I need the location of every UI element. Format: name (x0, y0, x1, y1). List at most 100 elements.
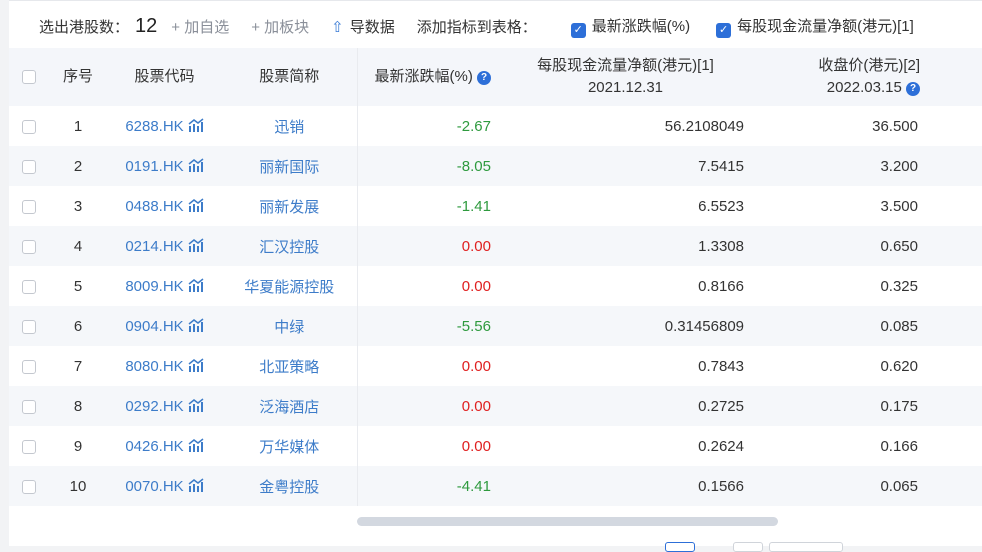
table-row[interactable]: 6 0904.HK 中绿 -5.56 0.31456809 0.085 (9, 306, 982, 346)
stock-name-link[interactable]: 迅销 (222, 106, 358, 146)
stock-code[interactable]: 0070.HK (125, 478, 183, 495)
stock-code-link[interactable]: 0426.HK (107, 426, 222, 466)
stock-name-link[interactable]: 丽新发展 (222, 186, 358, 226)
header-cashflow-date: 2021.12.31 (587, 79, 664, 96)
stock-code-link[interactable]: 0488.HK (107, 186, 222, 226)
help-icon[interactable]: ? (477, 71, 491, 85)
chart-icon[interactable] (188, 157, 204, 172)
stock-name[interactable]: 迅销 (274, 119, 304, 136)
stock-code-link[interactable]: 6288.HK (107, 106, 222, 146)
row-checkbox[interactable] (9, 386, 49, 426)
cashflow-value: 0.7843 (698, 357, 744, 375)
stock-name[interactable]: 金粤控股 (259, 479, 319, 496)
header-code[interactable]: 股票代码 (107, 48, 222, 106)
stock-name-link[interactable]: 华夏能源控股 (222, 266, 358, 306)
pagination-current-page[interactable] (665, 542, 695, 552)
add-block-button[interactable]: + 加板块 (251, 16, 309, 37)
row-checkbox[interactable] (9, 306, 49, 346)
stock-name[interactable]: 华夏能源控股 (244, 279, 334, 296)
export-button[interactable]: ⇧ 导数据 (331, 16, 395, 37)
pagination-button[interactable] (733, 542, 763, 552)
table-row[interactable]: 9 0426.HK 万华媒体 0.00 0.2624 0.166 (9, 426, 982, 466)
header-change[interactable]: 最新涨跌幅(%) ? (357, 48, 507, 106)
chart-icon[interactable] (188, 197, 204, 212)
stock-code[interactable]: 6288.HK (125, 118, 183, 135)
stock-name[interactable]: 泛海酒店 (259, 399, 319, 416)
table-row[interactable]: 10 0070.HK 金粤控股 -4.41 0.1566 0.065 (9, 466, 982, 506)
stock-name-link[interactable]: 万华媒体 (222, 426, 358, 466)
chart-icon[interactable] (188, 477, 204, 492)
table-row[interactable]: 4 0214.HK 汇汉控股 0.00 1.3308 0.650 (9, 226, 982, 266)
row-checkbox[interactable] (9, 146, 49, 186)
chart-icon[interactable] (188, 317, 204, 332)
header-name[interactable]: 股票简称 (222, 48, 358, 106)
chart-icon[interactable] (188, 397, 204, 412)
table-row[interactable]: 8 0292.HK 泛海酒店 0.00 0.2725 0.175 (9, 386, 982, 426)
row-index: 7 (73, 357, 83, 375)
header-close[interactable]: 收盘价(港元)[2] 2022.03.15 ? (760, 48, 920, 106)
indicator-option-cashflow[interactable]: ✓ 每股现金流量净额(港元)[1] (716, 15, 914, 38)
more-value (920, 106, 982, 146)
chart-icon[interactable] (188, 117, 204, 132)
row-checkbox[interactable] (9, 106, 49, 146)
chart-icon[interactable] (188, 437, 204, 452)
stock-code[interactable]: 0214.HK (125, 238, 183, 255)
stock-code[interactable]: 0426.HK (125, 438, 183, 455)
stock-name-link[interactable]: 丽新国际 (222, 146, 358, 186)
stock-name[interactable]: 丽新发展 (259, 199, 319, 216)
table-row[interactable]: 3 0488.HK 丽新发展 -1.41 6.5523 3.500 (9, 186, 982, 226)
stock-code-link[interactable]: 0292.HK (107, 386, 222, 426)
row-index: 6 (49, 306, 107, 346)
select-all-checkbox[interactable] (9, 48, 49, 106)
pagination-size-select[interactable] (769, 542, 843, 552)
stock-code-link[interactable]: 8009.HK (107, 266, 222, 306)
header-cashflow[interactable]: 每股现金流量净额(港元)[1] 2021.12.31 (507, 48, 760, 106)
change-value: -1.41 (456, 197, 491, 215)
row-checkbox[interactable] (9, 226, 49, 266)
chart-icon[interactable] (188, 277, 204, 292)
table-row[interactable]: 1 6288.HK 迅销 -2.67 56.2108049 36.500 (9, 106, 982, 146)
stock-code[interactable]: 0292.HK (125, 398, 183, 415)
row-checkbox[interactable] (9, 346, 49, 386)
indicator-option-change[interactable]: ✓ 最新涨跌幅(%) (570, 15, 690, 38)
row-index: 10 (49, 466, 107, 506)
stock-code-link[interactable]: 0191.HK (107, 146, 222, 186)
stock-code[interactable]: 8080.HK (125, 358, 183, 375)
stock-name-link[interactable]: 中绿 (222, 306, 358, 346)
table-row[interactable]: 2 0191.HK 丽新国际 -8.05 7.5415 3.200 (9, 146, 982, 186)
row-checkbox[interactable] (9, 426, 49, 466)
stock-name-link[interactable]: 泛海酒店 (222, 386, 358, 426)
stock-name-link[interactable]: 金粤控股 (222, 466, 358, 506)
row-checkbox[interactable] (9, 186, 49, 226)
row-checkbox[interactable] (9, 466, 49, 506)
stock-code[interactable]: 0904.HK (125, 318, 183, 335)
chart-icon[interactable] (188, 357, 204, 372)
add-watchlist-button[interactable]: + 加自选 (171, 16, 229, 37)
stock-code[interactable]: 0488.HK (125, 198, 183, 215)
stock-name[interactable]: 中绿 (274, 319, 304, 336)
chart-icon[interactable] (188, 237, 204, 252)
stock-name-link[interactable]: 北亚策略 (222, 346, 358, 386)
add-indicator-label: 添加指标到表格： (416, 18, 537, 36)
stock-code-link[interactable]: 8080.HK (107, 346, 222, 386)
stock-name[interactable]: 汇汉控股 (259, 239, 319, 256)
header-index[interactable]: 序号 (49, 48, 107, 106)
checkbox-checked-icon[interactable]: ✓ (570, 22, 586, 38)
header-more[interactable]: 每 (920, 48, 982, 106)
checkbox-checked-icon[interactable]: ✓ (716, 22, 732, 38)
stock-code-link[interactable]: 0214.HK (107, 226, 222, 266)
horizontal-scrollbar[interactable] (357, 517, 778, 526)
stock-code-link[interactable]: 0904.HK (107, 306, 222, 346)
stock-code[interactable]: 8009.HK (125, 278, 183, 295)
stock-name[interactable]: 北亚策略 (259, 359, 319, 376)
stock-code-link[interactable]: 0070.HK (107, 466, 222, 506)
help-icon[interactable]: ? (906, 82, 920, 96)
row-checkbox[interactable] (9, 266, 49, 306)
stock-name-link[interactable]: 汇汉控股 (222, 226, 358, 266)
row-index: 4 (49, 226, 107, 266)
stock-name[interactable]: 丽新国际 (259, 159, 319, 176)
stock-name[interactable]: 万华媒体 (259, 439, 319, 456)
stock-code[interactable]: 0191.HK (125, 158, 183, 175)
table-row[interactable]: 5 8009.HK 华夏能源控股 0.00 0.8166 0.325 (9, 266, 982, 306)
table-row[interactable]: 7 8080.HK 北亚策略 0.00 0.7843 0.620 (9, 346, 982, 386)
